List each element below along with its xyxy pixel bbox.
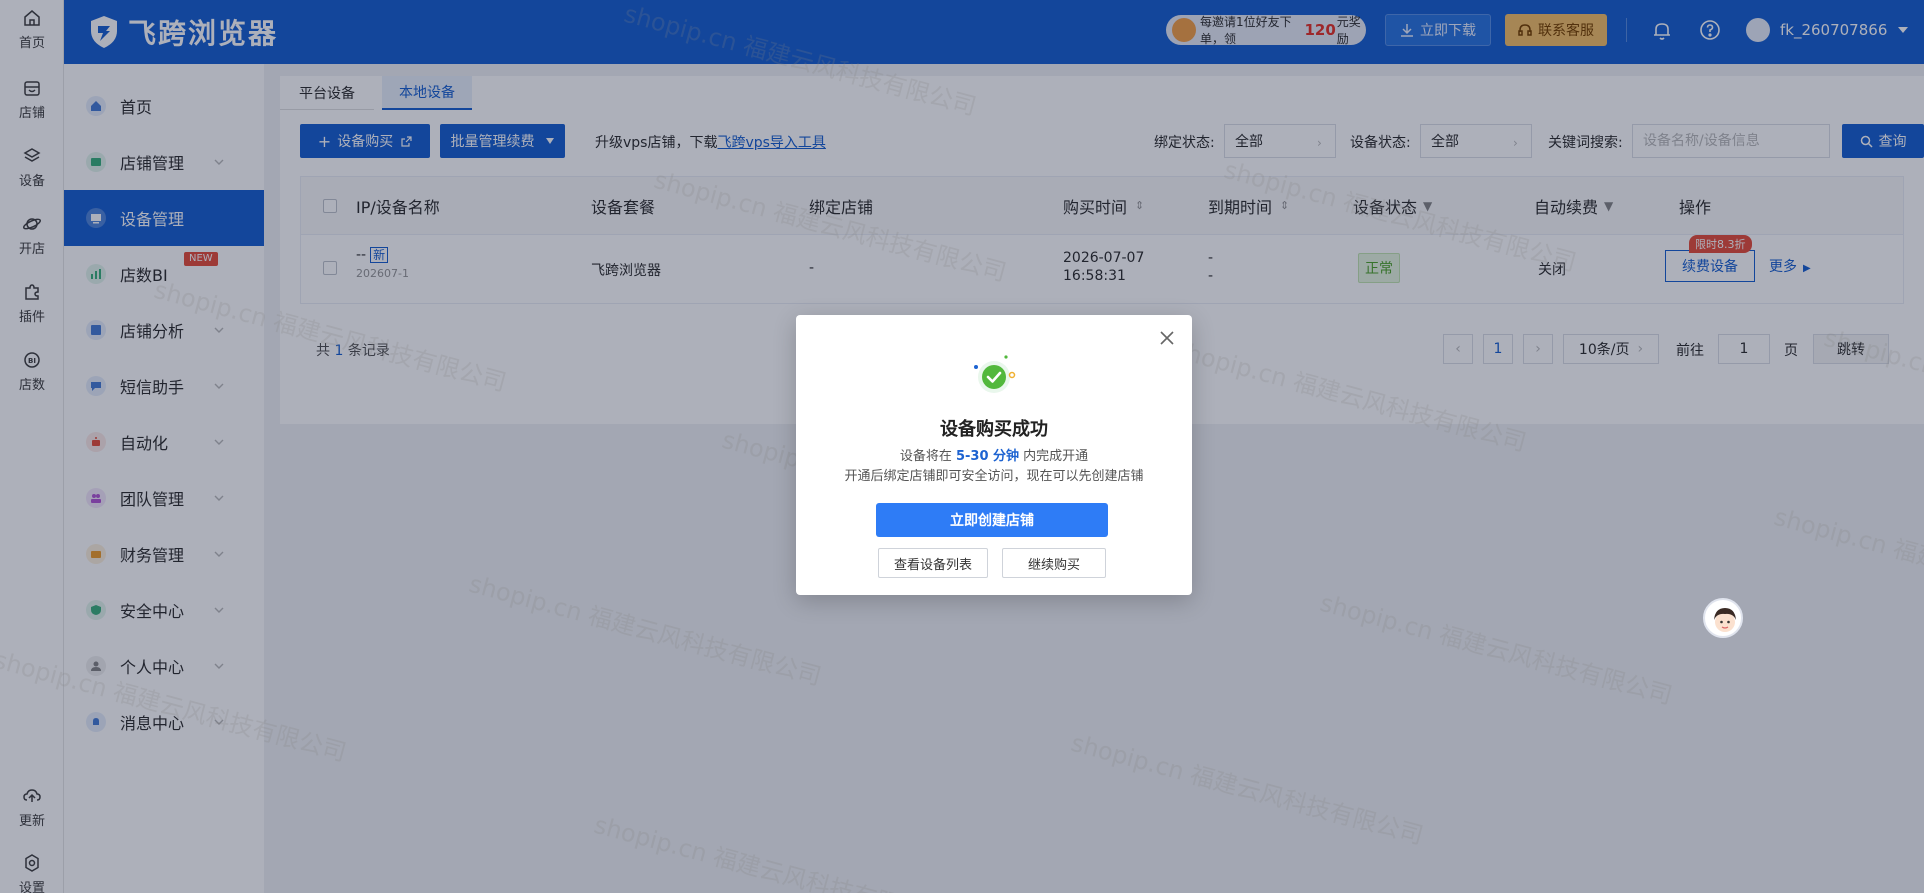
dialog-message-2: 开通后绑定店铺即可安全访问，现在可以先创建店铺 bbox=[844, 469, 1144, 484]
dialog-title: 设备购买成功 bbox=[940, 419, 1048, 440]
success-check-icon bbox=[974, 355, 1016, 393]
dialog-msg-prefix: 设备将在 bbox=[899, 449, 952, 464]
view-device-list-button[interactable]: 查看设备列表 bbox=[878, 548, 988, 578]
create-shop-button[interactable]: 立即创建店铺 bbox=[876, 503, 1108, 537]
dialog-msg-highlight: 5-30 分钟 bbox=[955, 449, 1020, 464]
continue-buying-button[interactable]: 继续购买 bbox=[1002, 548, 1106, 578]
dialog-message-1: 设备将在 5-30 分钟 内完成开通 bbox=[796, 445, 1192, 464]
chat-assistant-avatar[interactable] bbox=[1703, 598, 1743, 638]
dialog-msg-suffix: 内完成开通 bbox=[1023, 449, 1089, 464]
purchase-success-dialog: 设备购买成功 设备将在 5-30 分钟 内完成开通 开通后绑定店铺即可安全访问，… bbox=[796, 315, 1192, 595]
close-icon[interactable] bbox=[1158, 329, 1176, 347]
